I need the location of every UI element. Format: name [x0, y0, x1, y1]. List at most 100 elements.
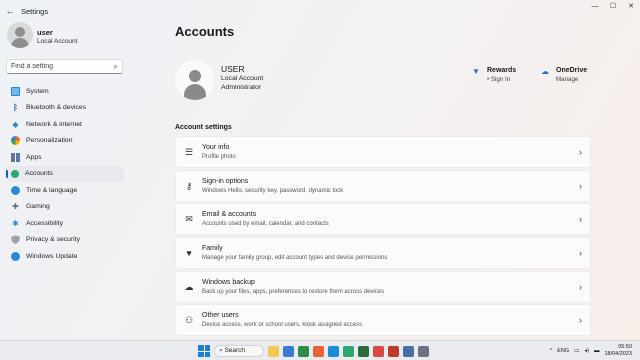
sidebar-item-gaming[interactable]: ✚ Gaming [6, 199, 124, 216]
avatar-body [184, 84, 206, 100]
taskbar-app-icon[interactable] [328, 345, 339, 357]
apps-icon [11, 152, 20, 162]
sidebar-item-apps[interactable]: Apps [6, 149, 124, 166]
user-name: user [37, 28, 53, 37]
language-indicator[interactable]: ENG [557, 348, 569, 354]
pinned-apps [268, 345, 429, 357]
chevron-up-icon[interactable]: ^ [550, 348, 553, 354]
clock[interactable]: 05:50 18/04/2023 [604, 344, 632, 358]
setting-title: Email & accounts [202, 211, 257, 219]
setting-title: Windows backup [202, 278, 255, 286]
chevron-right-icon: › [579, 214, 582, 225]
update-icon [11, 251, 20, 261]
windows-start-icon[interactable] [198, 345, 210, 357]
email-icon: ✉ [185, 214, 193, 225]
rewards-link[interactable]: ▼ Rewards • Sign In [472, 66, 532, 88]
setting-family[interactable]: ♥ Family Manage your family group, edit … [175, 237, 591, 270]
sidebar-item-label: Apps [26, 153, 42, 161]
setting-your-info[interactable]: ☰ Your info Profile photo › [175, 136, 591, 168]
taskbar-app-icon[interactable] [358, 345, 369, 357]
system-icon [11, 86, 20, 96]
taskbar: ⌕ Search ^ ENG ▭ ◂) ▬ 05:50 18/04/2023 [0, 340, 640, 360]
sidebar-item-network[interactable]: ◆ Network & internet [6, 116, 124, 133]
title-bar: ← Settings — ☐ ✕ [0, 0, 640, 22]
setting-title: Sign-in options [202, 177, 249, 185]
sidebar-item-personalization[interactable]: Personalization [6, 133, 124, 150]
back-arrow-icon[interactable]: ← [5, 6, 15, 16]
account-settings-list: ☰ Your info Profile photo › ⚷ Sign-in op… [175, 136, 591, 338]
search-icon[interactable]: ⌕ [114, 62, 118, 72]
account-name: USER [221, 64, 245, 74]
avatar-head [189, 70, 201, 82]
rewards-title: Rewards [487, 67, 517, 74]
system-tray: ^ ENG ▭ ◂) ▬ 05:50 18/04/2023 [550, 343, 632, 359]
key-icon: ⚷ [185, 180, 193, 191]
taskbar-app-icon[interactable] [418, 345, 429, 357]
setting-description: Device access, work or school users, kio… [202, 322, 363, 329]
taskbar-search-label: Search [224, 347, 246, 354]
sidebar-user-card[interactable]: user Local Account [7, 22, 167, 50]
sidebar-item-accessibility[interactable]: ✱ Accessibility [6, 215, 124, 232]
sidebar-item-privacy[interactable]: Privacy & security [6, 232, 124, 249]
setting-description: Accounts used by email, calendar, and co… [202, 221, 329, 228]
taskbar-apps: ⌕ Search [198, 343, 429, 359]
onedrive-title: OneDrive [556, 67, 588, 74]
cloud-icon: ☁ [541, 67, 549, 76]
taskbar-app-icon[interactable] [343, 345, 354, 357]
setting-description: Windows Hello, security key, password, d… [202, 187, 344, 194]
search-input[interactable] [11, 63, 111, 70]
taskbar-search[interactable]: ⌕ Search [214, 345, 264, 357]
sidebar-item-label: Accounts [25, 170, 53, 178]
account-role: Administrator [221, 84, 262, 91]
sidebar-item-label: Bluetooth & devices [26, 104, 87, 112]
taskbar-app-icon[interactable] [268, 345, 279, 357]
account-summary: USER Local Account Administrator [175, 60, 475, 102]
sidebar-item-accounts[interactable]: Accounts [6, 165, 124, 182]
person-info-icon: ☰ [184, 147, 194, 157]
taskbar-app-icon[interactable] [298, 345, 309, 357]
volume-icon[interactable]: ◂) [584, 348, 589, 354]
chevron-right-icon: › [579, 248, 582, 259]
sidebar-item-label: Gaming [26, 203, 50, 211]
taskbar-app-icon[interactable] [373, 345, 384, 357]
minimize-button[interactable]: — [586, 0, 604, 14]
setting-sign-in-options[interactable]: ⚷ Sign-in options Windows Hello, securit… [175, 169, 591, 202]
taskbar-app-icon[interactable] [283, 345, 294, 357]
heart-icon: ♥ [186, 248, 192, 259]
app-title: Settings [21, 7, 49, 16]
chevron-right-icon: › [579, 147, 582, 157]
taskbar-app-icon[interactable] [313, 345, 324, 357]
onedrive-status: Manage [556, 76, 579, 83]
sidebar-item-time-language[interactable]: Time & language [6, 182, 124, 199]
setting-other-users[interactable]: ⚇ Other users Device access, work or sch… [175, 304, 591, 337]
section-title: Account settings [175, 124, 232, 131]
trophy-icon: ▼ [472, 67, 480, 76]
chevron-right-icon: › [579, 281, 582, 292]
sidebar-item-label: Time & language [26, 186, 78, 194]
onedrive-link[interactable]: ☁ OneDrive Manage [541, 66, 601, 88]
globe-clock-icon [11, 185, 20, 195]
accessibility-icon: ✱ [12, 218, 19, 228]
avatar [7, 22, 33, 48]
maximize-button[interactable]: ☐ [604, 0, 622, 14]
sidebar-item-label: Personalization [26, 137, 73, 145]
sidebar-item-label: System [26, 87, 49, 95]
setting-email-accounts[interactable]: ✉ Email & accounts Accounts used by emai… [175, 203, 591, 236]
sidebar-item-bluetooth[interactable]: ᛒ Bluetooth & devices [6, 100, 124, 117]
close-button[interactable]: ✕ [622, 0, 640, 14]
setting-windows-backup[interactable]: ☁ Windows backup Back up your files, app… [175, 270, 591, 303]
sidebar-item-system[interactable]: System [6, 83, 124, 100]
avatar[interactable] [175, 60, 215, 100]
clock-date: 18/04/2023 [604, 351, 632, 357]
add-user-icon: ⚇ [184, 315, 194, 326]
network-icon[interactable]: ▭ [574, 348, 579, 354]
avatar-head [15, 27, 25, 37]
page-title: Accounts [175, 24, 235, 39]
battery-icon[interactable]: ▬ [594, 348, 600, 354]
account-icon [11, 169, 19, 178]
setting-title: Family [202, 245, 223, 253]
chevron-right-icon: › [579, 315, 582, 326]
sidebar-item-windows-update[interactable]: Windows Update [6, 248, 124, 265]
taskbar-app-icon[interactable] [403, 345, 414, 357]
taskbar-app-icon[interactable] [388, 345, 399, 357]
